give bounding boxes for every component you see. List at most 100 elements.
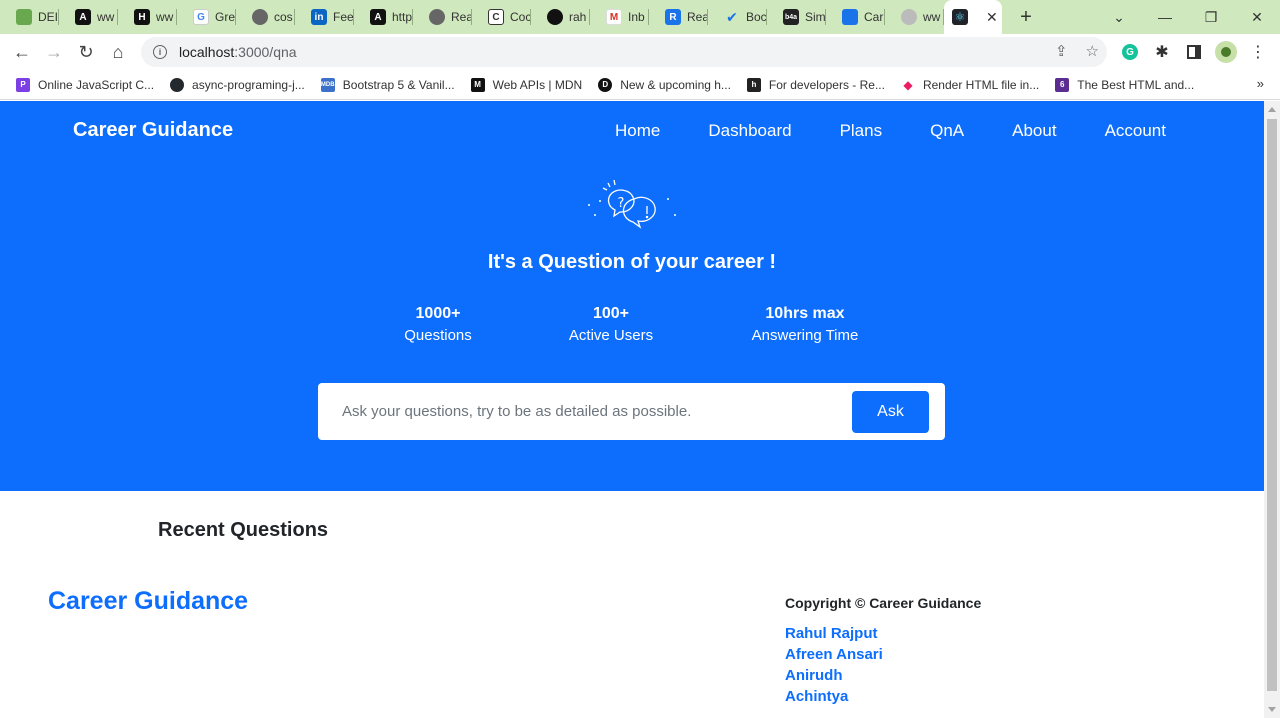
extensions-icon[interactable]: ✱ (1146, 34, 1178, 70)
team-member-link[interactable]: Achintya (785, 686, 883, 707)
recent-questions-heading: Recent Questions (158, 519, 329, 541)
back-icon[interactable]: ← (6, 36, 38, 68)
tab-favicon-icon (16, 9, 32, 25)
stat-answering-time: 10hrs max Answering Time (751, 305, 859, 344)
profile-avatar[interactable] (1210, 34, 1242, 70)
browser-tab[interactable]: R Rea (649, 0, 708, 34)
nav-plans[interactable]: Plans (840, 121, 883, 141)
browser-tab[interactable]: G Gre (177, 0, 236, 34)
stat-active-users: 100+ Active Users (568, 305, 654, 344)
stat-questions: 1000+ Questions (404, 305, 472, 344)
window-close-icon[interactable]: ✕ (1234, 0, 1280, 34)
scroll-up-icon[interactable] (1268, 107, 1276, 112)
browser-tab[interactable]: b4a Sim (767, 0, 826, 34)
globe-icon (429, 9, 445, 25)
bookmark-favicon-icon: h (746, 77, 761, 92)
tab-favicon-icon: R (665, 9, 681, 25)
nav-home[interactable]: Home (615, 121, 660, 141)
bookmark-item[interactable]: D New & upcoming h... (598, 77, 731, 92)
browser-toolbar: ← → ↻ ⌂ i localhost:3000/qna ⇪ ☆ G ✱ ⋮ (0, 34, 1280, 70)
code-icon: ◆ (903, 77, 913, 92)
forward-icon[interactable]: → (38, 36, 70, 68)
browser-tab[interactable]: Aww (59, 0, 118, 34)
browser-tab-active[interactable]: ⚛ ✕ (944, 0, 1002, 34)
bookmark-item[interactable]: ◆ Render HTML file in... (901, 78, 1039, 92)
page-viewport: Career Guidance Home Dashboard Plans QnA… (0, 101, 1264, 718)
team-member-link[interactable]: Afreen Ansari (785, 644, 883, 665)
bookmark-item[interactable]: MDB Bootstrap 5 & Vanil... (320, 77, 455, 92)
react-icon: ⚛ (952, 9, 968, 25)
bookmark-item[interactable]: 6 The Best HTML and... (1055, 77, 1194, 92)
tab-favicon-icon (842, 9, 858, 25)
bookmarks-bar: P Online JavaScript C... async-programing… (0, 70, 1280, 100)
tab-strip: DEI Aww Hww G Gre cos in Fee Ahttp Rea C Co… (0, 0, 1280, 34)
site-info-icon[interactable]: i (153, 45, 167, 59)
browser-tab[interactable]: Rea (413, 0, 472, 34)
browser-tab[interactable]: M Inb (590, 0, 649, 34)
menu-dots-icon[interactable]: ⋮ (1242, 34, 1274, 70)
nav-dashboard[interactable]: Dashboard (708, 121, 791, 141)
url-text: localhost:3000/qna (179, 44, 297, 60)
chevron-double-right-icon[interactable]: » (1257, 76, 1264, 91)
main-nav: Home Dashboard Plans QnA About Account (615, 121, 1166, 141)
team-member-link[interactable]: Anirudh (785, 665, 883, 686)
hero-title: It's a Question of your career ! (487, 251, 777, 273)
site-brand[interactable]: Career Guidance (73, 119, 233, 142)
question-chat-icon: ? (588, 179, 676, 229)
tab-favicon-icon (901, 9, 917, 25)
footer-brand[interactable]: Career Guidance (48, 587, 248, 616)
browser-tab[interactable]: in Fee (295, 0, 354, 34)
reload-icon[interactable]: ↻ (70, 36, 102, 68)
linkedin-icon: in (311, 9, 327, 25)
github-icon (170, 77, 185, 92)
browser-tab[interactable]: Ahttp (354, 0, 413, 34)
ask-form: Ask (318, 383, 945, 440)
bookmark-favicon-icon: MDB (320, 77, 335, 92)
bookmark-item[interactable]: P Online JavaScript C... (16, 77, 154, 92)
browser-tab[interactable]: DEI (0, 0, 59, 34)
team-member-link[interactable]: Rahul Rajput (785, 623, 883, 644)
bookmark-star-icon[interactable]: ☆ (1086, 42, 1099, 60)
mdn-icon: M (470, 77, 485, 92)
team-members-list: Rahul Rajput Afreen Ansari Anirudh Achin… (785, 623, 883, 707)
browser-tab[interactable]: rah (531, 0, 590, 34)
bookmark-favicon-icon: 6 (1055, 77, 1070, 92)
home-icon[interactable]: ⌂ (102, 36, 134, 68)
browser-tab[interactable]: C Coc (472, 0, 531, 34)
side-panel-icon[interactable] (1178, 34, 1210, 70)
grammarly-icon[interactable]: G (1114, 34, 1146, 70)
globe-icon (252, 9, 268, 25)
ask-button[interactable]: Ask (852, 391, 929, 433)
minimize-icon[interactable]: — (1142, 0, 1188, 34)
share-icon[interactable]: ⇪ (1055, 42, 1068, 60)
browser-tab[interactable]: Hww (118, 0, 177, 34)
restore-icon[interactable]: ❐ (1188, 0, 1234, 34)
google-icon: G (193, 9, 209, 25)
scroll-down-icon[interactable] (1268, 707, 1276, 712)
bookmark-item[interactable]: async-programing-j... (170, 77, 305, 92)
tab-search-icon[interactable]: ⌄ (1096, 0, 1142, 34)
close-tab-icon[interactable]: ✕ (986, 9, 998, 26)
vertical-scrollbar[interactable] (1264, 101, 1280, 718)
tab-favicon-icon: A (75, 9, 91, 25)
tab-favicon-icon: A (370, 9, 386, 25)
bookmark-item[interactable]: M Web APIs | MDN (470, 77, 582, 92)
browser-tab[interactable]: Car (826, 0, 885, 34)
browser-tab[interactable]: cos (236, 0, 295, 34)
nav-qna[interactable]: QnA (930, 121, 964, 141)
nav-account[interactable]: Account (1105, 121, 1166, 141)
tab-favicon-icon: C (488, 9, 504, 25)
question-input[interactable] (342, 399, 852, 423)
address-bar[interactable]: i localhost:3000/qna ⇪ ☆ (141, 37, 1107, 67)
hero-section: Career Guidance Home Dashboard Plans QnA… (0, 101, 1264, 491)
new-tab-button[interactable]: + (1010, 0, 1042, 34)
tab-favicon-icon: b4a (783, 9, 799, 25)
bookmark-favicon-icon: D (598, 77, 613, 92)
bookmark-item[interactable]: h For developers - Re... (746, 77, 885, 92)
nav-about[interactable]: About (1012, 121, 1056, 141)
browser-tab[interactable]: ww (885, 0, 944, 34)
browser-tab[interactable]: ✔ Boc (708, 0, 767, 34)
scrollbar-thumb[interactable] (1267, 119, 1277, 691)
github-icon (547, 9, 563, 25)
check-icon: ✔ (726, 8, 738, 25)
